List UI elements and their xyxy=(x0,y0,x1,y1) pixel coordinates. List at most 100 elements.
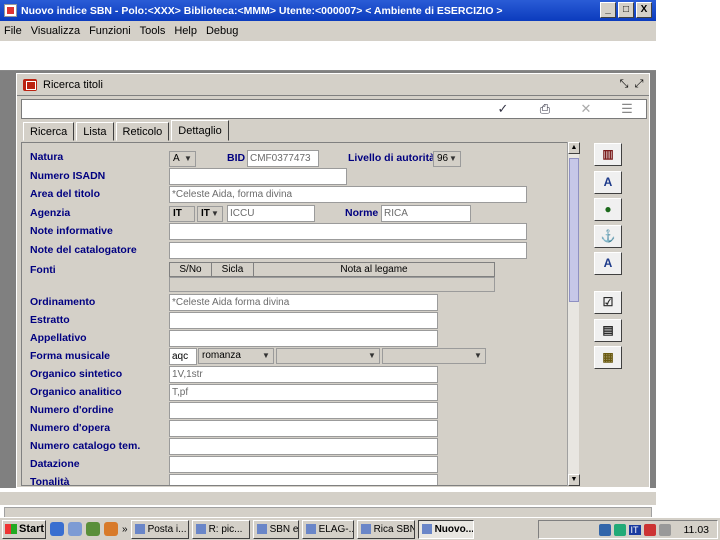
desktop-icon[interactable] xyxy=(68,522,82,536)
chevron-down-icon: ▼ xyxy=(449,154,457,163)
tray-app-icon[interactable] xyxy=(658,523,671,536)
datazione-label: Datazione xyxy=(30,458,80,470)
list-icon[interactable]: ☰ xyxy=(617,100,637,118)
globe-button[interactable]: ● xyxy=(594,198,622,221)
language-indicator[interactable]: IT xyxy=(628,524,641,535)
organico-sintetico-label: Organico sintetico xyxy=(30,368,123,380)
vertical-scrollbar[interactable]: ▲ ▼ xyxy=(567,142,580,486)
fonti-col-sicla: Sicla xyxy=(212,263,254,276)
internet-explorer-icon[interactable] xyxy=(50,522,64,536)
restore-icon[interactable]: ⤡ xyxy=(617,78,631,92)
forma-code-field[interactable]: aqc xyxy=(169,348,197,365)
link-author-button[interactable]: A xyxy=(594,252,622,275)
clock: 11.03 xyxy=(683,523,710,536)
volume-icon[interactable] xyxy=(613,523,626,536)
task-rica[interactable]: Rica SBN xyxy=(356,519,415,539)
menu-help[interactable]: Help xyxy=(174,25,197,37)
cancel-icon[interactable]: ✕ xyxy=(576,100,596,118)
author-button[interactable]: A xyxy=(594,171,622,194)
chevron-down-icon: ▼ xyxy=(262,351,270,360)
detail-panel: Natura A ▼ BID CMF0377473 Livello di aut… xyxy=(21,142,569,486)
area-titolo-field[interactable]: *Celeste Aida, forma divina xyxy=(169,186,527,203)
books-button[interactable]: ▥ xyxy=(594,143,622,166)
check-list-button[interactable]: ☑ xyxy=(594,291,622,314)
forma-musicale-select[interactable]: romanza ▼ xyxy=(198,348,274,364)
task-elag[interactable]: ELAG-... xyxy=(301,519,354,539)
close-button[interactable]: X xyxy=(636,2,652,18)
organico-analitico-label: Organico analitico xyxy=(30,386,122,398)
task-sbn[interactable]: SBN e ... xyxy=(252,519,299,539)
network-icon[interactable] xyxy=(598,523,611,536)
note-informative-label: Note informative xyxy=(30,225,113,237)
start-button[interactable]: Start xyxy=(2,519,46,539)
horizontal-scrollbar[interactable] xyxy=(0,491,656,505)
tab-bar: Ricerca Lista Reticolo Dettaglio xyxy=(23,120,231,142)
bid-field[interactable]: CMF0377473 xyxy=(247,150,319,167)
menu-file[interactable]: File xyxy=(4,25,22,37)
maximize-button[interactable]: □ xyxy=(618,2,634,18)
menu-funzioni[interactable]: Funzioni xyxy=(89,25,131,37)
fonti-table-body[interactable] xyxy=(169,277,495,292)
menu-tools[interactable]: Tools xyxy=(140,25,166,37)
forma-musicale-label: Forma musicale xyxy=(30,350,110,362)
numero-opera-field[interactable] xyxy=(169,420,438,437)
scroll-up-icon[interactable]: ▲ xyxy=(568,142,580,154)
ordinamento-label: Ordinamento xyxy=(30,296,96,308)
note-informative-field[interactable] xyxy=(169,223,527,240)
window-titlebar: Nuovo indice SBN - Polo:<XXX> Biblioteca… xyxy=(0,0,656,21)
quicklaunch-more-icon[interactable]: » xyxy=(122,524,128,535)
scroll-thumb[interactable] xyxy=(569,158,579,302)
taskbar: Start » Posta i... R: pic... SBN e ... E… xyxy=(0,517,720,540)
agenzia-select[interactable]: IT ▼ xyxy=(197,206,223,222)
agenzia-code-field[interactable]: ICCU xyxy=(227,205,315,222)
numero-ordine-label: Numero d'ordine xyxy=(30,404,114,416)
appellativo-field[interactable] xyxy=(169,330,438,347)
forma-musicale-select-3[interactable]: ▼ xyxy=(382,348,486,364)
agenzia-country-select[interactable]: IT xyxy=(169,206,195,222)
organico-analitico-field[interactable]: T,pf xyxy=(169,384,438,401)
app-icon xyxy=(4,4,17,17)
validate-icon[interactable]: ✓ xyxy=(493,100,513,118)
numero-isadn-field[interactable] xyxy=(169,168,347,185)
link-button[interactable]: ⚓ xyxy=(594,225,622,248)
organico-sintetico-field[interactable]: 1V,1str xyxy=(169,366,438,383)
fonti-table-header: S/No Sicla Nota al legame xyxy=(169,262,495,277)
print-icon[interactable]: ⎙ xyxy=(535,100,555,118)
minimize-button[interactable]: _ xyxy=(600,2,616,18)
numero-isadn-label: Numero ISADN xyxy=(30,170,106,182)
norme-field[interactable]: RICA xyxy=(381,205,471,222)
forma-musicale-select-2[interactable]: ▼ xyxy=(276,348,380,364)
estratto-field[interactable] xyxy=(169,312,438,329)
numero-ordine-field[interactable] xyxy=(169,402,438,419)
tonalita-field[interactable] xyxy=(169,474,438,485)
menu-visualizza[interactable]: Visualizza xyxy=(31,25,80,37)
antivirus-icon[interactable] xyxy=(643,523,656,536)
task-posta[interactable]: Posta i... xyxy=(130,519,189,539)
tab-reticolo[interactable]: Reticolo xyxy=(115,122,170,141)
task-pic[interactable]: R: pic... xyxy=(191,519,250,539)
numero-catalogo-field[interactable] xyxy=(169,438,438,455)
task-nuovo[interactable]: Nuovo... xyxy=(417,519,474,539)
ricerca-titoli-window: Ricerca titoli ⤡ ⤢ ✓ ⎙ ✕ ☰ Ricerca Lista… xyxy=(16,73,650,488)
appellativo-label: Appellativo xyxy=(30,332,87,344)
tab-dettaglio[interactable]: Dettaglio xyxy=(171,120,229,141)
book-icon xyxy=(23,78,37,91)
tab-ricerca[interactable]: Ricerca xyxy=(23,122,75,141)
scroll-down-icon[interactable]: ▼ xyxy=(568,474,580,486)
document-button[interactable]: ▤ xyxy=(594,319,622,342)
datazione-field[interactable] xyxy=(169,456,438,473)
inner-title: Ricerca titoli xyxy=(43,78,103,91)
system-tray: IT 11.03 xyxy=(538,520,718,539)
tab-lista[interactable]: Lista xyxy=(76,122,114,141)
note-catalogatore-field[interactable] xyxy=(169,242,527,259)
stack-button[interactable]: ▦ xyxy=(594,346,622,369)
fonti-label: Fonti xyxy=(30,264,56,276)
ordinamento-field[interactable]: *Celeste Aida forma divina xyxy=(169,294,438,311)
firefox-icon[interactable] xyxy=(104,522,118,536)
livello-select[interactable]: 96 ▼ xyxy=(433,151,461,167)
natura-select[interactable]: A ▼ xyxy=(169,151,196,167)
livello-label: Livello di autorità xyxy=(348,152,435,164)
maximize-icon[interactable]: ⤢ xyxy=(632,78,646,92)
outlook-icon[interactable] xyxy=(86,522,100,536)
menu-debug[interactable]: Debug xyxy=(206,25,238,37)
